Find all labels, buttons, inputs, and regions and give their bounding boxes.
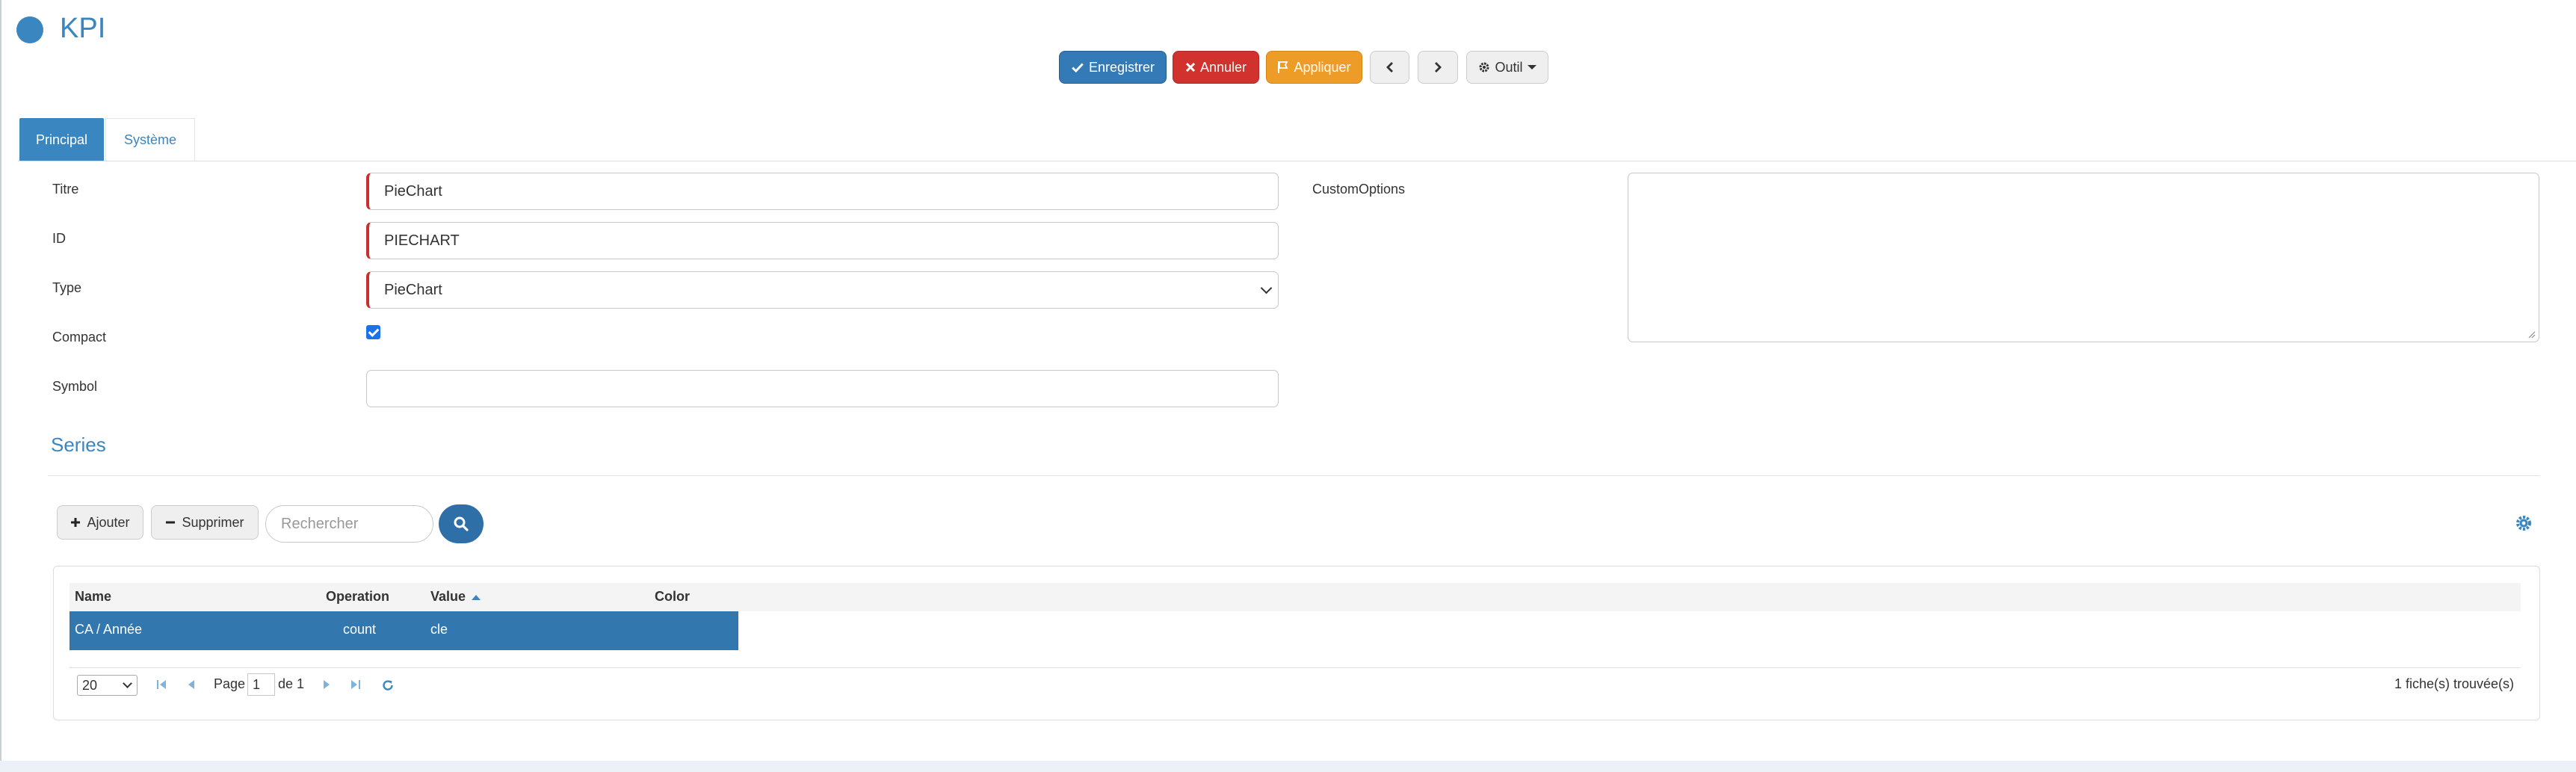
type-select-value: PieChart <box>384 281 442 298</box>
page-size-select[interactable]: 20 <box>77 675 138 696</box>
column-header-color[interactable]: Color <box>655 589 690 605</box>
previous-record-button[interactable] <box>1370 51 1409 84</box>
close-icon <box>1185 62 1196 72</box>
customoptions-textarea[interactable] <box>1628 173 2539 342</box>
cell-name: CA / Année <box>75 622 143 637</box>
page-count-label: de 1 <box>278 676 305 691</box>
column-header-value[interactable]: Value <box>430 589 481 605</box>
id-label: ID <box>52 231 66 246</box>
titre-label: Titre <box>52 182 79 197</box>
previous-page-icon[interactable] <box>185 679 197 691</box>
compact-checkbox[interactable] <box>366 325 380 339</box>
chevron-left-icon <box>1386 62 1393 72</box>
apply-button-label: Appliquer <box>1294 59 1351 75</box>
page-size-value: 20 <box>82 677 98 693</box>
cancel-button-label: Annuler <box>1199 59 1247 75</box>
cancel-button[interactable]: Annuler <box>1173 51 1259 84</box>
refresh-icon[interactable] <box>381 679 395 692</box>
footer-bar <box>0 761 2576 772</box>
pager-divider <box>70 667 2521 668</box>
gear-icon <box>1479 62 1489 72</box>
symbol-label: Symbol <box>52 379 98 394</box>
symbol-field[interactable] <box>366 370 1279 407</box>
page-number-value: 1 <box>253 676 261 692</box>
chevron-down-icon <box>123 679 132 688</box>
tab-principal-label: Principal <box>35 132 88 147</box>
column-header-name[interactable]: Name <box>75 589 111 605</box>
column-header-value-label: Value <box>430 589 466 604</box>
search-button[interactable] <box>439 504 484 543</box>
kpi-circle-icon <box>16 16 43 43</box>
search-icon <box>454 516 469 531</box>
records-found-label: 1 fiche(s) trouvée(s) <box>2394 676 2515 691</box>
type-select[interactable]: PieChart <box>366 271 1279 309</box>
tool-dropdown-button[interactable]: Outil <box>1466 51 1548 84</box>
next-page-icon[interactable] <box>321 679 333 691</box>
caret-down-icon <box>1527 65 1536 70</box>
compact-label: Compact <box>52 330 107 345</box>
plus-icon <box>71 518 81 527</box>
resize-handle-icon[interactable] <box>2527 330 2536 339</box>
last-page-icon[interactable] <box>350 679 362 691</box>
id-field[interactable] <box>366 222 1279 259</box>
table-row[interactable] <box>70 611 738 650</box>
chevron-down-icon <box>1260 282 1273 294</box>
save-button[interactable]: Enregistrer <box>1059 51 1167 84</box>
search-input[interactable] <box>265 505 433 543</box>
series-section-title: Series <box>51 433 106 456</box>
tab-systeme-label: Système <box>123 132 177 147</box>
add-button-label: Ajouter <box>87 514 130 530</box>
column-header-operation[interactable]: Operation <box>326 589 389 605</box>
save-button-label: Enregistrer <box>1088 59 1155 75</box>
cell-value: cle <box>430 622 448 637</box>
page-label: Page <box>214 676 246 691</box>
first-page-icon[interactable] <box>155 679 167 691</box>
next-record-button[interactable] <box>1418 51 1458 84</box>
add-series-button[interactable]: Ajouter <box>57 505 143 540</box>
apply-button[interactable]: Appliquer <box>1266 51 1362 84</box>
series-divider <box>48 475 2540 476</box>
minus-icon <box>166 521 176 524</box>
apply-flag-icon <box>1278 61 1288 73</box>
chevron-right-icon <box>1435 62 1442 72</box>
page-title: KPI <box>60 13 106 44</box>
customoptions-label: CustomOptions <box>1312 182 1406 197</box>
delete-series-button[interactable]: Supprimer <box>151 505 259 540</box>
sort-ascending-icon <box>472 594 481 600</box>
grid-settings-gear-icon[interactable] <box>2514 513 2533 533</box>
tool-button-label: Outil <box>1495 59 1523 75</box>
delete-button-label: Supprimer <box>182 514 244 530</box>
check-icon <box>1072 63 1084 73</box>
tab-systeme[interactable]: Système <box>105 118 195 161</box>
page-number-input[interactable]: 1 <box>247 673 275 696</box>
left-edge-border <box>0 0 1 772</box>
tab-principal[interactable]: Principal <box>19 118 104 161</box>
type-label: Type <box>52 280 82 295</box>
cell-operation: count <box>343 622 377 637</box>
titre-field[interactable] <box>366 173 1279 210</box>
